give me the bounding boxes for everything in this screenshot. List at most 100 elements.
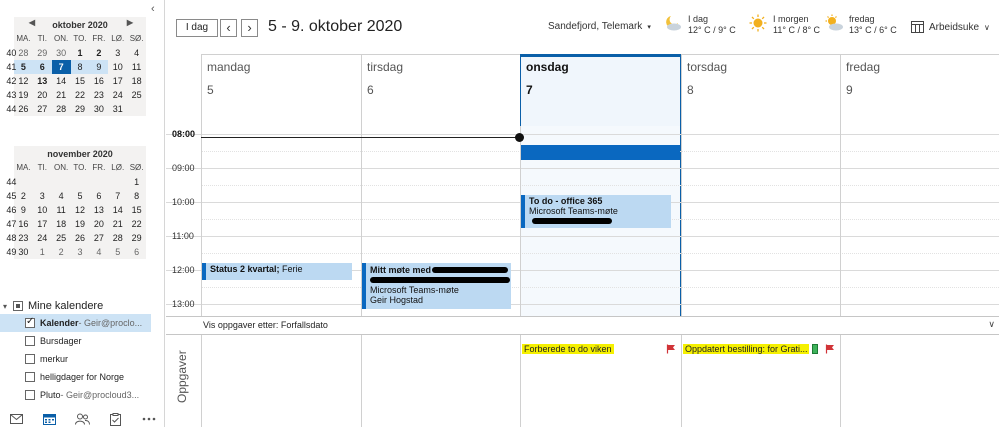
- calendar-event[interactable]: To do - office 365 Microsoft Teams-møte: [521, 195, 671, 228]
- mini-calendar-day[interactable]: 24: [108, 88, 127, 102]
- prev-week-button[interactable]: ‹: [220, 19, 237, 37]
- weather-tomorrow[interactable]: I morgen 11° C / 8° C: [748, 14, 820, 36]
- red-flag-icon[interactable]: [825, 344, 835, 354]
- mini-calendar-day[interactable]: 8: [127, 189, 146, 203]
- calendar-event[interactable]: Mitt møte med Microsoft Teams-møte Geir …: [362, 263, 511, 309]
- mini-calendar-day[interactable]: 5: [108, 245, 127, 259]
- mini-calendar-day[interactable]: 31: [108, 102, 127, 116]
- calendar-item-pluto[interactable]: Pluto - Geir@procloud3...: [0, 386, 165, 404]
- green-category-icon[interactable]: [812, 344, 818, 354]
- time-grid[interactable]: 08:00 09:00 10:00 11:00 12:00 13:00 To d…: [166, 126, 999, 316]
- today-button[interactable]: I dag: [176, 19, 218, 37]
- mini-calendar-day[interactable]: 13: [33, 74, 52, 88]
- mini-calendar-day[interactable]: 28: [52, 102, 71, 116]
- day-header-mandag[interactable]: mandag 5: [201, 55, 361, 127]
- mini-calendar-day[interactable]: 29: [127, 231, 146, 245]
- mini-calendar-day[interactable]: 18: [52, 217, 71, 231]
- mini-calendar-day[interactable]: 14: [108, 203, 127, 217]
- chevron-down-icon[interactable]: ∨: [988, 319, 995, 330]
- calendar-item-merkur[interactable]: merkur: [0, 350, 165, 368]
- mini-calendar-day[interactable]: 3: [108, 46, 127, 60]
- mini-calendar-day[interactable]: 4: [127, 46, 146, 60]
- task-item[interactable]: Oppdatert bestilling: for Grati...: [683, 344, 809, 354]
- calendar-item-bursdager[interactable]: Bursdager: [0, 332, 165, 350]
- my-calendars-header[interactable]: ▾ Mine kalendere: [0, 298, 165, 314]
- day-header-onsdag[interactable]: onsdag 7: [520, 54, 681, 127]
- mini-calendar-day[interactable]: 6: [127, 245, 146, 259]
- mini-calendar-day[interactable]: 7: [108, 189, 127, 203]
- mini-calendar-day[interactable]: 7: [51, 60, 71, 74]
- mini-calendar-day[interactable]: 23: [89, 88, 108, 102]
- next-month-icon[interactable]: ▶: [124, 18, 136, 27]
- day-header-torsdag[interactable]: torsdag 8: [681, 55, 840, 127]
- mini-calendar-day[interactable]: 6: [32, 60, 52, 74]
- mini-calendar-day[interactable]: 4: [52, 189, 71, 203]
- mini-calendar-day[interactable]: 18: [127, 74, 146, 88]
- mini-calendar-day[interactable]: 2: [89, 46, 108, 60]
- mini-calendar-day[interactable]: 1: [71, 46, 90, 60]
- mini-calendar-day[interactable]: 3: [71, 245, 90, 259]
- mini-calendar-day[interactable]: 27: [89, 231, 108, 245]
- mini-calendar-day[interactable]: 6: [89, 189, 108, 203]
- day-header-fredag[interactable]: fredag 9: [840, 55, 999, 127]
- mini-calendar-day[interactable]: 30: [52, 46, 71, 60]
- mini-calendar-day[interactable]: 21: [108, 217, 127, 231]
- mini-calendar-day[interactable]: 8: [70, 60, 90, 74]
- mini-calendar-day[interactable]: 29: [33, 46, 52, 60]
- calendar-checkbox[interactable]: [25, 336, 35, 346]
- calendar-item-kalender[interactable]: Kalender - Geir@proclo...: [0, 314, 151, 332]
- mini-calendar-day[interactable]: 22: [71, 88, 90, 102]
- mini-calendar-day[interactable]: 25: [127, 88, 146, 102]
- calendar-item-helligdager[interactable]: helligdager for Norge: [0, 368, 165, 386]
- mini-calendar-day[interactable]: 17: [33, 217, 52, 231]
- prev-month-icon[interactable]: ◀: [26, 18, 38, 27]
- mini-calendar-day[interactable]: 11: [52, 203, 71, 217]
- mini-calendar-day[interactable]: 25: [52, 231, 71, 245]
- mini-calendar-day[interactable]: 27: [33, 102, 52, 116]
- mini-calendar-day[interactable]: 13: [89, 203, 108, 217]
- calendar-checkbox[interactable]: [25, 316, 35, 328]
- mini-calendar-day[interactable]: 28: [108, 231, 127, 245]
- mini-calendar-day[interactable]: 11: [127, 60, 146, 74]
- calendar-event[interactable]: Status 2 kvartal; Ferie: [202, 263, 352, 280]
- tasks-sort-bar[interactable]: Vis oppgaver etter: Forfallsdato ∨: [166, 316, 999, 335]
- calendar-checkbox[interactable]: [25, 354, 35, 364]
- mini-calendar-day[interactable]: 3: [33, 189, 52, 203]
- mail-icon[interactable]: [0, 411, 33, 427]
- mini-calendar-day[interactable]: 10: [33, 203, 52, 217]
- mini-calendar-day[interactable]: 16: [89, 74, 108, 88]
- weather-location[interactable]: Sandefjord, Telemark ▾: [548, 21, 651, 32]
- mini-calendar-day[interactable]: 14: [52, 74, 71, 88]
- calendar-checkbox[interactable]: [25, 390, 35, 400]
- mini-calendar-day[interactable]: 12: [71, 203, 90, 217]
- mini-calendar-day[interactable]: 21: [52, 88, 71, 102]
- weather-today[interactable]: I dag 12° C / 9° C: [663, 14, 736, 36]
- task-item[interactable]: Forberede to do viken: [522, 344, 662, 354]
- mini-calendar-day[interactable]: 24: [33, 231, 52, 245]
- calendar-checkbox[interactable]: [25, 372, 35, 382]
- more-icon[interactable]: [132, 411, 165, 427]
- mini-calendar-day[interactable]: 15: [71, 74, 90, 88]
- mini-calendar-day[interactable]: 22: [127, 217, 146, 231]
- view-selector[interactable]: Arbeidsuke ∨: [911, 21, 990, 33]
- tasks-icon[interactable]: [99, 411, 132, 427]
- calendar-icon[interactable]: [33, 411, 66, 427]
- collapse-pane-icon[interactable]: ‹: [151, 3, 155, 15]
- mini-calendar-day[interactable]: 2: [52, 245, 71, 259]
- mini-calendar-day[interactable]: 4: [89, 245, 108, 259]
- mini-calendar-day[interactable]: 26: [71, 231, 90, 245]
- next-week-button[interactable]: ›: [241, 19, 258, 37]
- mini-calendar-day[interactable]: 20: [33, 88, 52, 102]
- mini-calendar-day[interactable]: 15: [127, 203, 146, 217]
- mini-calendar-day[interactable]: 5: [71, 189, 90, 203]
- mini-calendar-day[interactable]: 19: [71, 217, 90, 231]
- mini-calendar-day[interactable]: 17: [108, 74, 127, 88]
- mini-calendar-day[interactable]: 30: [89, 102, 108, 116]
- red-flag-icon[interactable]: [666, 344, 676, 354]
- mini-calendar-day[interactable]: 20: [89, 217, 108, 231]
- mini-calendar-day[interactable]: 9: [89, 60, 109, 74]
- weather-friday[interactable]: fredag 13° C / 6° C: [824, 14, 897, 36]
- mini-calendar-day[interactable]: 10: [108, 60, 127, 74]
- group-checkbox[interactable]: [13, 301, 23, 311]
- people-icon[interactable]: [66, 411, 99, 427]
